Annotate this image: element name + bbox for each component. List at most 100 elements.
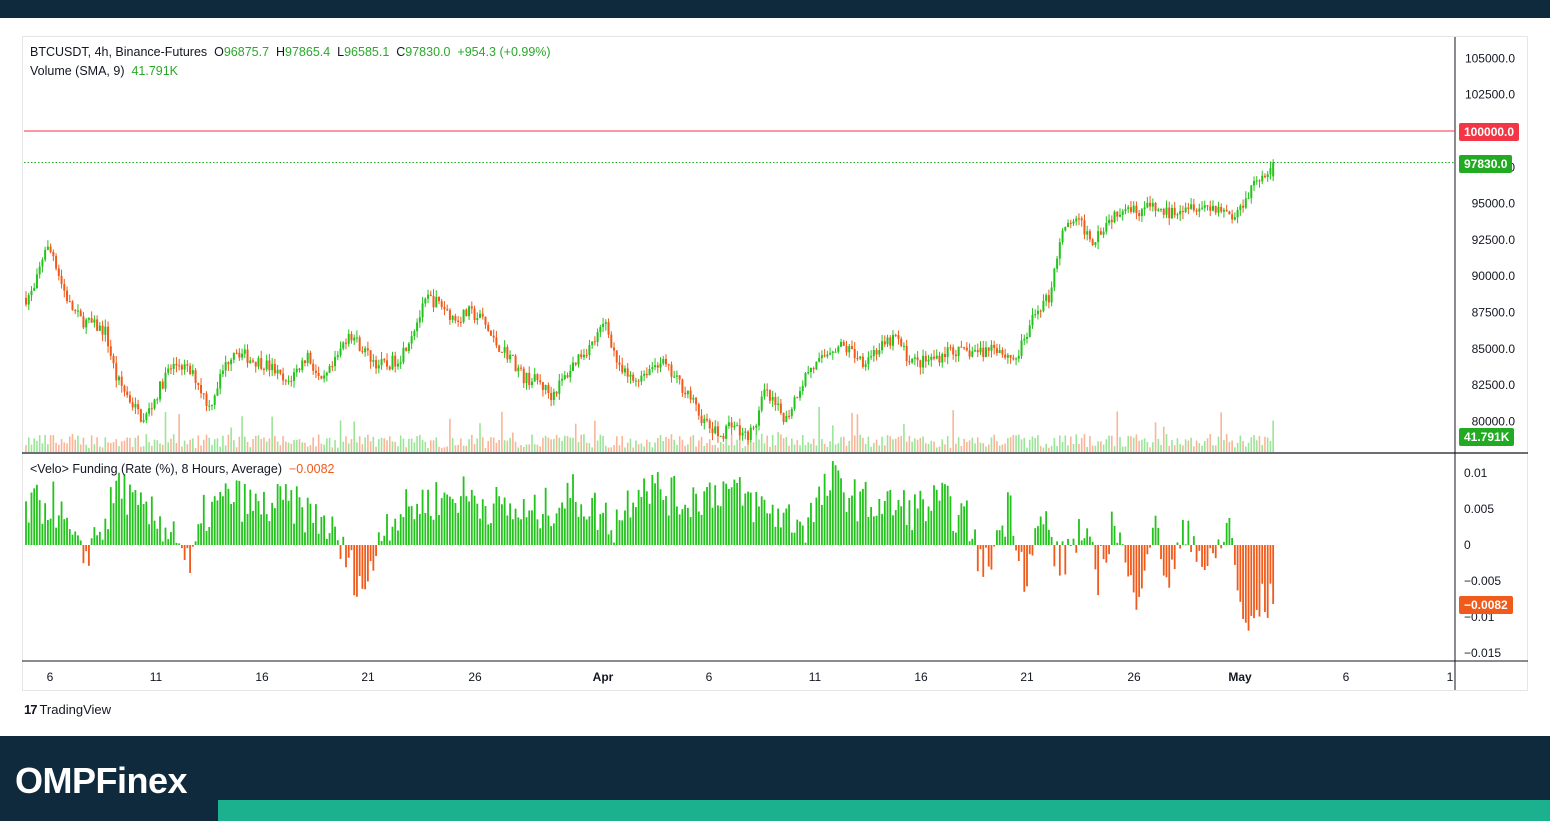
funding-bar	[665, 496, 667, 545]
candle-body	[191, 370, 194, 374]
volume-bar	[279, 445, 282, 452]
candle-body	[684, 392, 687, 395]
funding-bar	[859, 491, 862, 545]
volume-bar	[577, 442, 580, 452]
funding-bar	[172, 521, 175, 545]
funding-bar	[886, 491, 889, 545]
volume-bar	[1031, 436, 1034, 452]
volume-bar	[1121, 446, 1124, 452]
funding-bar	[372, 545, 375, 571]
candle-body	[585, 354, 588, 356]
funding-bar	[1146, 545, 1149, 555]
volume-bar	[769, 446, 771, 452]
volume-bar	[752, 442, 755, 452]
candle-body	[541, 382, 544, 390]
funding-bar	[416, 503, 419, 545]
funding-bar	[659, 489, 662, 545]
funding-bar	[946, 485, 949, 545]
candle-body	[271, 363, 274, 371]
funding-bar	[686, 507, 689, 545]
candle-body	[777, 403, 780, 405]
candle-body	[421, 303, 424, 318]
volume-bar	[539, 446, 541, 452]
volume-bar	[192, 438, 194, 452]
candle-body	[468, 306, 471, 317]
funding-bar	[676, 506, 678, 545]
candle-body	[38, 266, 41, 275]
volume-bar	[227, 434, 230, 452]
funding-bar	[1110, 511, 1113, 545]
candle-body	[1239, 205, 1242, 211]
funding-bar	[25, 501, 27, 545]
funding-bar	[695, 493, 697, 545]
tradingview-logo[interactable]: 17 TradingView	[24, 702, 111, 717]
funding-bar	[823, 473, 826, 545]
volume-bar	[689, 436, 692, 452]
candle-body	[530, 381, 533, 386]
candle-body	[1050, 287, 1053, 303]
volume-bar	[156, 440, 159, 452]
funding-bar	[315, 504, 317, 545]
candle-body	[834, 351, 837, 353]
candle-body	[1187, 207, 1190, 209]
funding-tag: −0.0082	[1459, 596, 1513, 614]
candle-body	[93, 319, 96, 323]
candle-body	[287, 380, 290, 382]
funding-bars	[25, 461, 1275, 631]
volume-bar	[845, 445, 848, 452]
candle-body	[760, 396, 763, 411]
volume-bar	[438, 446, 440, 452]
candle-body	[520, 367, 523, 369]
volume-bar	[202, 439, 205, 452]
candle-body	[870, 356, 873, 358]
footer-accent-stripe	[218, 800, 1550, 821]
volume-bar	[1217, 436, 1220, 452]
volume-bar	[33, 438, 36, 452]
funding-bar	[1053, 545, 1056, 567]
candle-body	[552, 391, 555, 401]
funding-bar	[49, 518, 52, 545]
funding-bar	[115, 480, 118, 545]
volume-bar	[1048, 447, 1050, 452]
volume-bar	[610, 447, 613, 452]
candle-body	[325, 372, 328, 376]
funding-bar	[295, 486, 298, 545]
candle-body	[793, 397, 796, 409]
volume-bar	[178, 414, 180, 452]
candle-body	[1042, 300, 1045, 312]
chart-canvas[interactable]: 105000.0102500.0100000.097500.095000.092…	[0, 0, 1550, 821]
volume-bar	[834, 444, 837, 452]
funding-bar	[903, 490, 905, 545]
candle-body	[878, 350, 881, 355]
volume-bar	[894, 438, 897, 452]
candle-body	[771, 396, 774, 401]
volume-bar	[47, 444, 49, 452]
funding-bar	[1143, 545, 1146, 571]
candle-body	[115, 363, 118, 381]
candle-body	[1236, 210, 1239, 218]
candle-body	[339, 348, 342, 356]
volume-bar	[859, 434, 861, 452]
funding-bar	[963, 506, 966, 545]
funding-bar	[719, 506, 722, 545]
funding-bar	[1083, 538, 1086, 545]
candle-body	[448, 310, 451, 320]
volume-bar	[1130, 436, 1132, 452]
volume-bar	[1061, 441, 1064, 452]
funding-bar	[777, 508, 780, 545]
candle-body	[1154, 202, 1157, 211]
funding-bar	[1223, 541, 1225, 545]
volume-bars	[25, 406, 1274, 452]
candle-body	[643, 373, 646, 376]
funding-bar	[810, 502, 812, 545]
candle-body	[864, 364, 867, 367]
funding-bar	[492, 503, 495, 545]
volume-bar	[498, 439, 500, 452]
funding-bar	[1012, 535, 1015, 545]
candle-body	[260, 358, 263, 369]
volume-bar	[471, 434, 473, 452]
volume-bar	[1097, 441, 1099, 452]
funding-bar	[563, 508, 566, 545]
candle-body	[1069, 222, 1072, 224]
funding-bar	[908, 500, 911, 545]
